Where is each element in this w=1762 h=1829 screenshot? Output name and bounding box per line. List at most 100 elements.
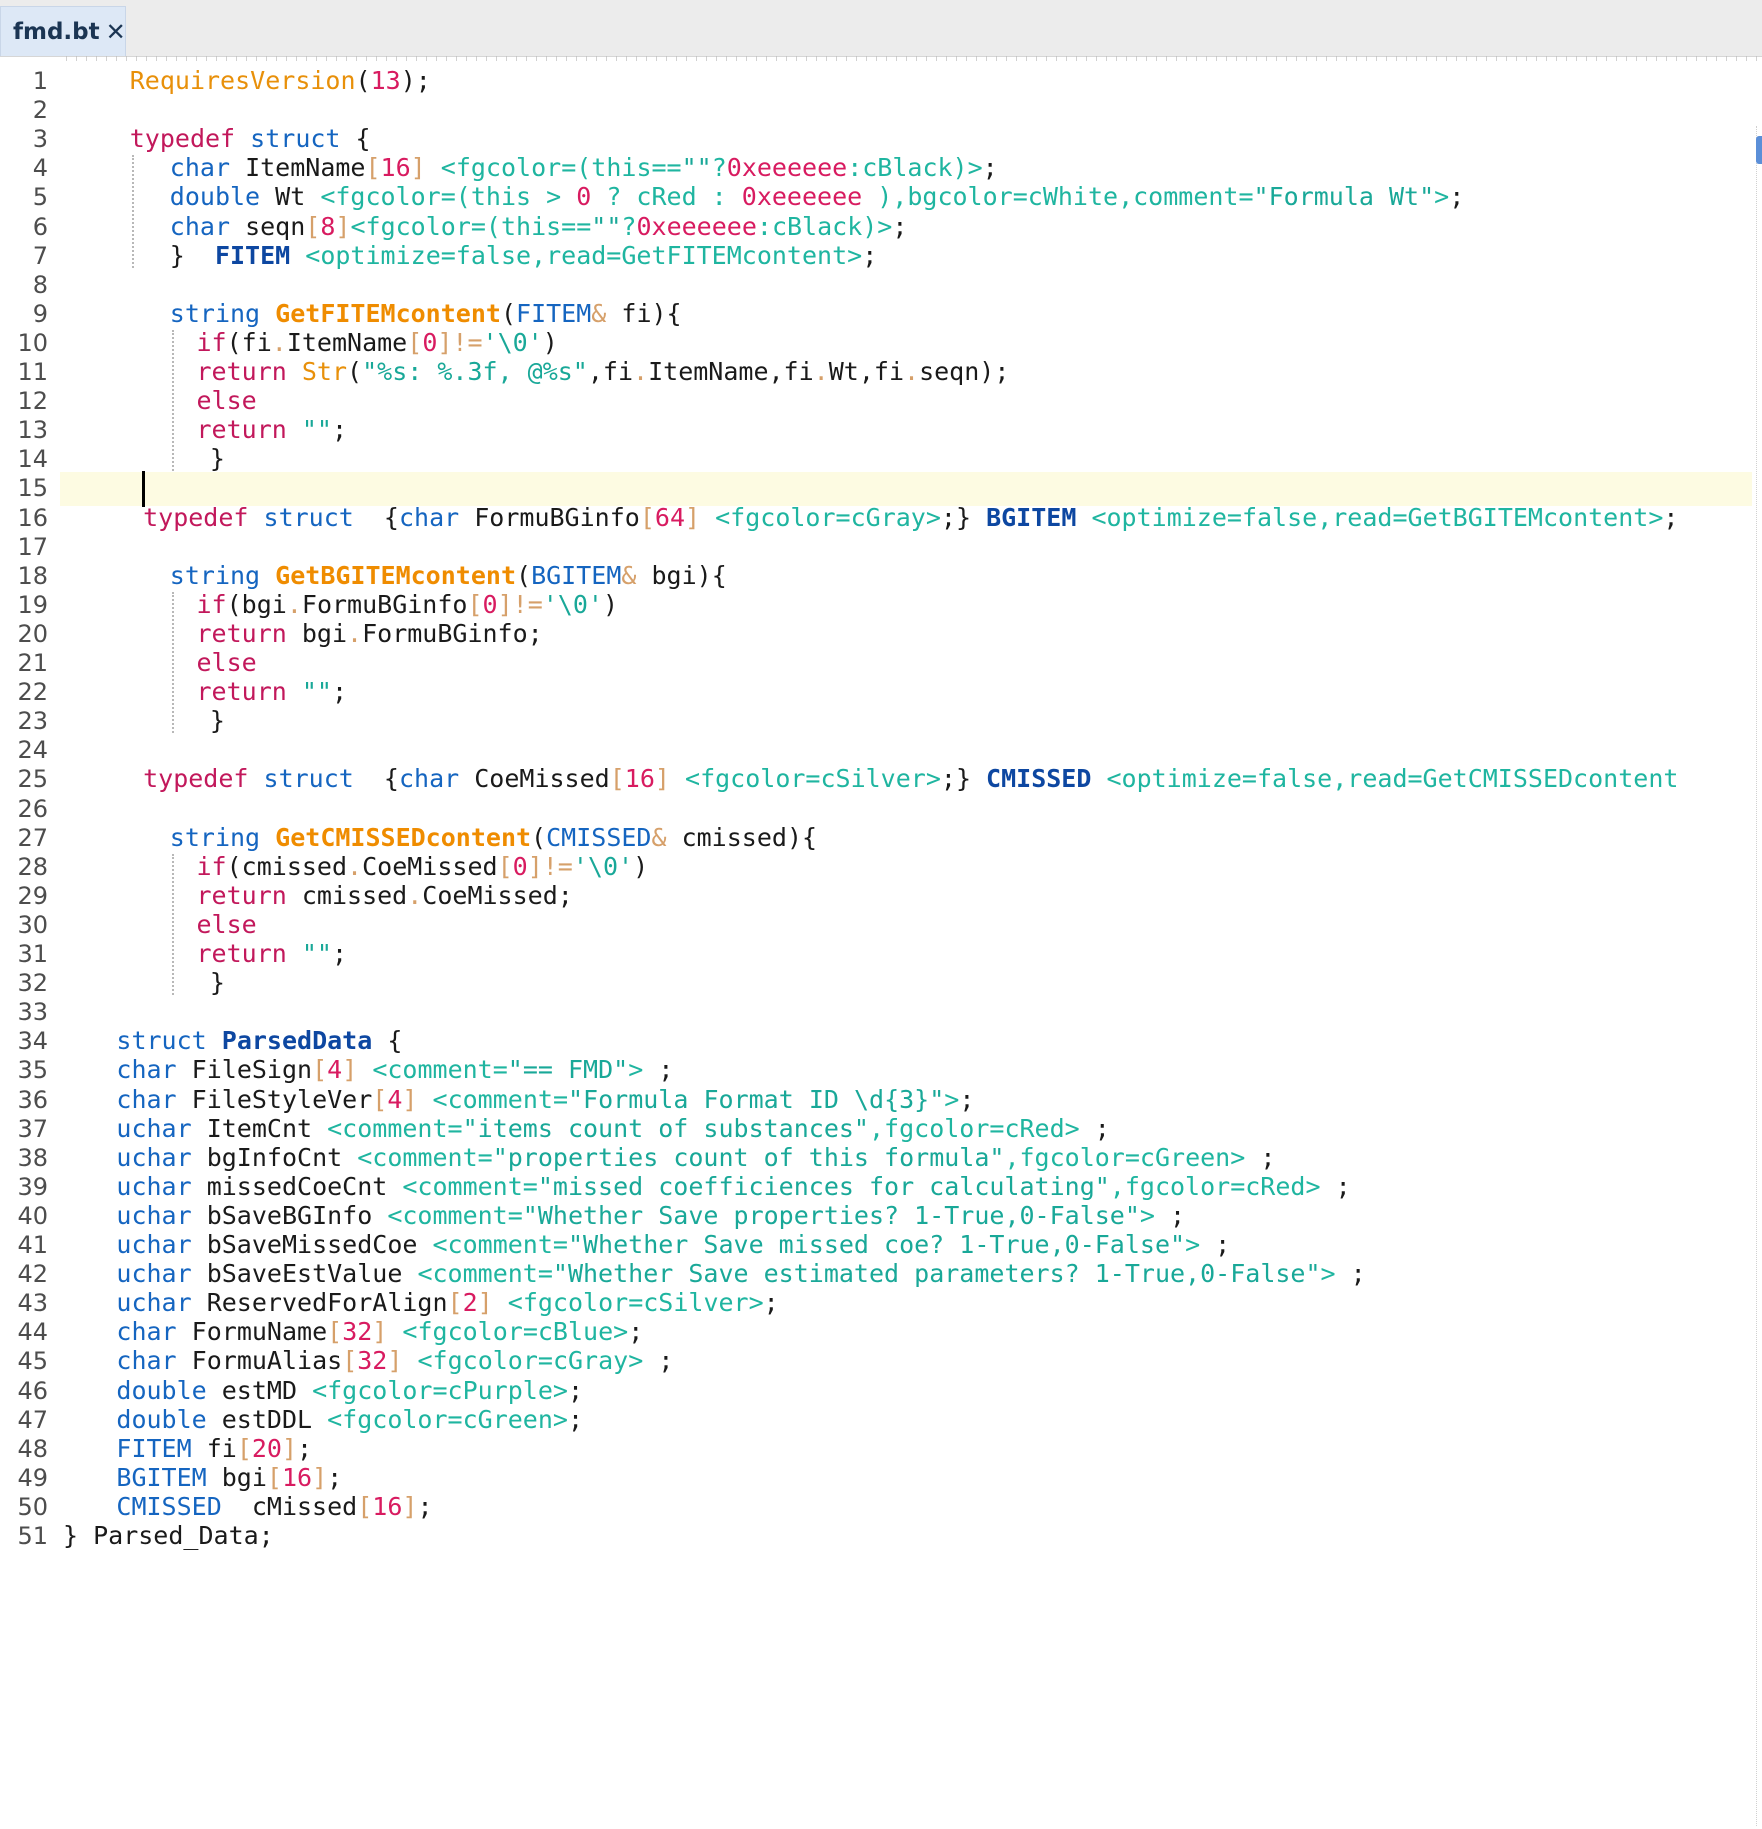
code-token: CMISSED (986, 764, 1092, 794)
code-token: ; (1154, 1200, 1186, 1230)
code-token: 4 (327, 1055, 343, 1085)
code-token: FormuBGinfo; (362, 618, 543, 648)
code-token: char (398, 502, 460, 532)
code-token: 16 (380, 153, 411, 183)
code-token: ItemName,fi (648, 357, 814, 386)
code-token: return (196, 880, 287, 910)
code-token: { (372, 1026, 403, 1056)
close-icon[interactable]: ✕ (106, 18, 126, 46)
code-token: 0 (576, 182, 592, 212)
code-token: typedef (129, 124, 236, 154)
code-token: . (813, 357, 829, 386)
code-token: 20 (251, 1433, 282, 1463)
code-token: double (116, 1375, 207, 1405)
code-token: uchar (116, 1230, 192, 1259)
code-token: uchar (116, 1200, 192, 1230)
code-editor[interactable]: 1 2 3 4 5 6 7 8 9 10 11 12 13 14 15 16 17 18 19 20 21 22 23 24 2… (0, 66, 1762, 1829)
code-token: uchar (116, 1142, 192, 1172)
code-token: [ (236, 1433, 252, 1463)
code-token: . (904, 357, 920, 386)
code-token: typedef (143, 764, 249, 794)
code-token: ] (410, 153, 426, 183)
code-token: char (116, 1317, 177, 1347)
code-token: Wt (260, 182, 321, 212)
column-ruler (66, 56, 1762, 61)
code-token: Str (301, 357, 348, 386)
code-token: <fgcolor=(this > (320, 182, 577, 212)
code-token: "" (591, 211, 622, 241)
code-token: <fgcolor=cSilver> (507, 1288, 764, 1318)
code-token: :cBlack)> (847, 153, 983, 183)
code-token: 16 (624, 764, 655, 794)
code-token: FITEM (214, 240, 291, 270)
code-token: "items count of substances" (462, 1113, 869, 1143)
code-token: [ (342, 1346, 358, 1376)
code-token: ( (531, 822, 547, 852)
code-token: "missed coefficiences for calculating" (537, 1171, 1110, 1201)
code-token: > (1320, 1259, 1336, 1289)
code-token: else (196, 648, 257, 677)
code-token: CMISSED (116, 1491, 222, 1521)
code-token: <optimize=false,read=GetFITEMcontent> (305, 240, 863, 270)
code-token: GetCMISSEDcontent (275, 822, 532, 852)
code-token: FormuBGinfo (459, 502, 640, 532)
code-token: { (353, 502, 399, 532)
code-token: . (347, 851, 363, 881)
indent-guide (171, 853, 174, 996)
code-token: CMISSED (546, 822, 652, 852)
code-token: ,fgcolor=cGreen> (1004, 1142, 1246, 1172)
code-token: > (628, 1055, 644, 1085)
code-token: ) (633, 851, 649, 881)
code-token: ] (402, 1491, 418, 1521)
code-token: <fgcolor=cGray> (715, 502, 941, 532)
code-token: ;} (940, 502, 987, 532)
code-token: struct (116, 1026, 207, 1056)
code-token: 0 (512, 851, 528, 881)
code-token: ; (982, 153, 998, 183)
code-token: ; (1335, 1259, 1366, 1289)
code-token: ] (281, 1433, 298, 1463)
tab-fmd-bt[interactable]: fmd.bt ✕ (0, 6, 126, 56)
code-token: "%s: %.3f, @%s" (362, 357, 588, 386)
code-token: 64 (654, 502, 685, 532)
code-token: char (116, 1084, 177, 1114)
code-token: ; (628, 1317, 644, 1347)
code-token: string (169, 822, 261, 852)
code-token: fi (191, 1433, 237, 1463)
code-token: "properties count of this formula" (492, 1142, 1005, 1172)
code-token: "Formula Format ID \d{3}" (568, 1084, 945, 1114)
code-token: . (347, 618, 363, 648)
code-token: BGITEM (116, 1462, 207, 1492)
code-token: BGITEM (986, 502, 1077, 532)
code-token: 4 (387, 1084, 403, 1114)
code-token: FormuBGinfo (301, 589, 468, 619)
code-token: ItemName (286, 327, 408, 357)
code-token: struct (250, 124, 341, 154)
code-token: CoeMissed (459, 764, 610, 794)
code-token: 2 (462, 1288, 478, 1318)
scrollbar-marker[interactable] (1756, 136, 1762, 164)
code-token: ; (1320, 1171, 1351, 1201)
tab-bar: fmd.bt ✕ (0, 0, 1762, 57)
code-token: "" (301, 939, 332, 968)
code-token: <fgcolor=cGreen> (327, 1404, 568, 1434)
code-token: 0 (422, 327, 438, 357)
code-token: ; (567, 1375, 583, 1405)
code-token: string (169, 560, 261, 590)
code-line[interactable]: } Parsed_Data; (0, 1519, 1752, 1553)
code-token: FileSign (176, 1055, 313, 1085)
code-token: ; (327, 1462, 343, 1492)
code-token: "Whether Save missed coe? 1-True,0-False… (567, 1230, 1186, 1259)
code-token: bgi (286, 618, 348, 648)
indent-guide (171, 591, 174, 734)
code-token: ] (342, 1055, 358, 1085)
